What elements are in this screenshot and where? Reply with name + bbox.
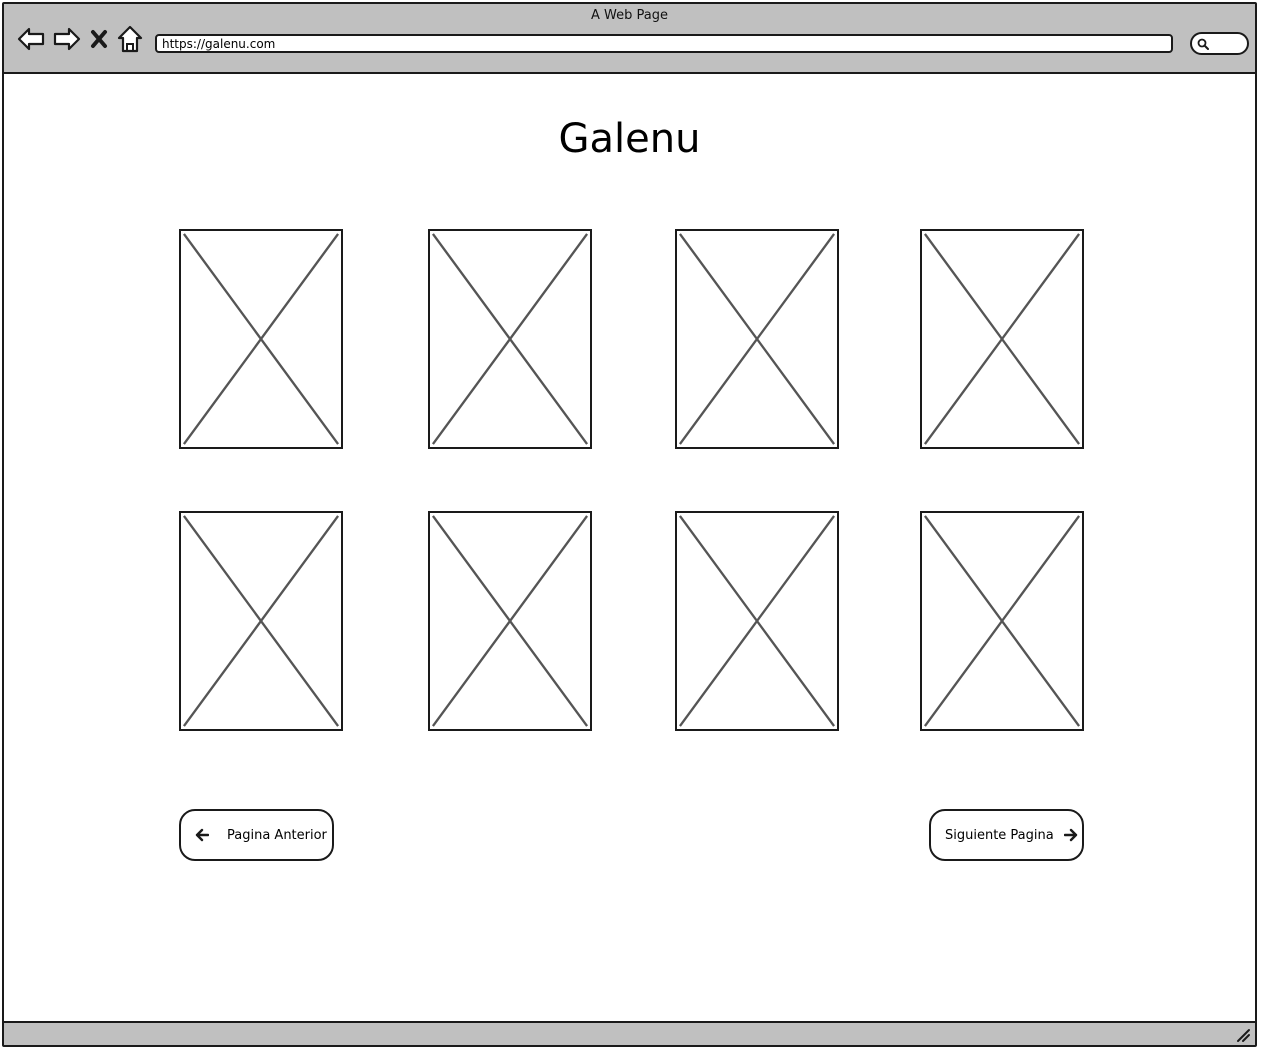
image-placeholder-2[interactable]: [428, 229, 592, 449]
image-placeholder-7[interactable]: [675, 511, 839, 731]
image-placeholder-icon: [182, 515, 340, 727]
search-icon: [1197, 38, 1209, 50]
browser-window: A Web Page https://galenu.com Galenu Pag…: [2, 2, 1257, 1047]
next-page-label: Siguiente Pagina: [945, 827, 1054, 843]
address-bar[interactable]: [155, 34, 1173, 53]
image-placeholder-icon: [923, 515, 1081, 727]
image-placeholder-icon: [182, 233, 340, 445]
image-placeholder-icon: [431, 515, 589, 727]
forward-button[interactable]: [52, 24, 82, 54]
page-title: Galenu: [558, 116, 701, 162]
close-icon: [91, 30, 107, 48]
browser-toolbar: A Web Page: [4, 4, 1255, 74]
image-placeholder-icon: [431, 233, 589, 445]
arrow-right-icon: [1063, 828, 1077, 842]
image-placeholder-icon: [923, 233, 1081, 445]
image-placeholder-1[interactable]: [179, 229, 343, 449]
back-icon: [17, 27, 45, 51]
image-placeholder-icon: [678, 233, 836, 445]
search-box[interactable]: [1190, 32, 1249, 55]
previous-page-label: Pagina Anterior: [227, 827, 327, 843]
image-placeholder-icon: [678, 515, 836, 727]
next-page-button[interactable]: Siguiente Pagina: [929, 809, 1084, 861]
arrow-left-icon: [195, 828, 209, 842]
image-placeholder-3[interactable]: [675, 229, 839, 449]
resize-grip-icon[interactable]: [1235, 1027, 1251, 1043]
window-title: A Web Page: [591, 8, 668, 23]
image-placeholder-5[interactable]: [179, 511, 343, 731]
stop-button[interactable]: [88, 24, 110, 54]
home-icon: [117, 25, 143, 53]
forward-icon: [53, 27, 81, 51]
status-bar: [4, 1021, 1255, 1045]
back-button[interactable]: [16, 24, 46, 54]
image-placeholder-4[interactable]: [920, 229, 1084, 449]
image-placeholder-8[interactable]: [920, 511, 1084, 731]
home-button[interactable]: [116, 24, 144, 54]
image-placeholder-6[interactable]: [428, 511, 592, 731]
previous-page-button[interactable]: Pagina Anterior: [179, 809, 334, 861]
